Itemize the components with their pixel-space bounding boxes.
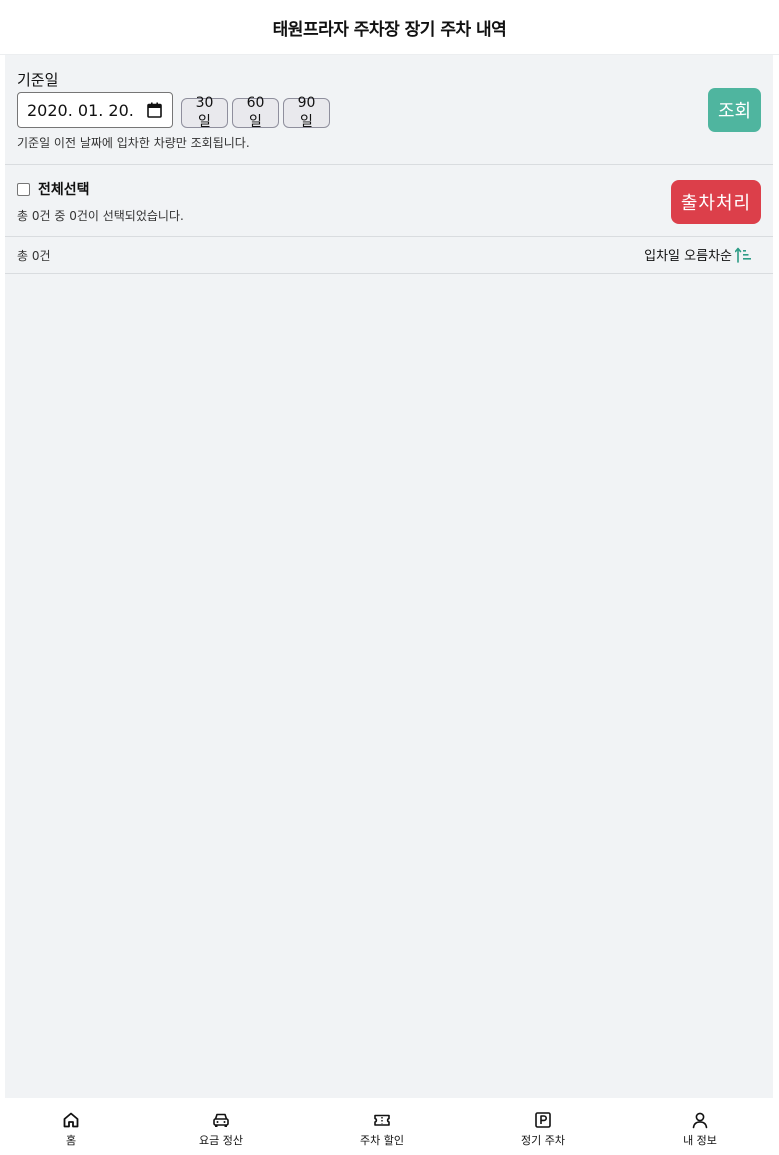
- date-hint: 기준일 이전 날짜에 입차한 차량만 조회됩니다.: [17, 136, 250, 150]
- date-filter-section: 기준일 2020. 01. 20. 30일 60일 90일 조회 기준일 이전 …: [5, 55, 773, 165]
- calendar-icon[interactable]: [147, 102, 162, 118]
- exit-process-button[interactable]: 출차처리: [671, 180, 761, 224]
- nav-label-parking-discount: 주차 할인: [360, 1134, 404, 1147]
- search-button[interactable]: 조회: [708, 88, 761, 132]
- date-input[interactable]: 2020. 01. 20.: [17, 92, 173, 128]
- selection-status: 총 0건 중 0건이 선택되었습니다.: [17, 209, 184, 223]
- nav-item-my-info[interactable]: 내 정보: [670, 1098, 730, 1155]
- nav-label-fee-payment: 요금 정산: [199, 1134, 243, 1147]
- nav-item-home[interactable]: 홈: [46, 1098, 96, 1155]
- date-value: 2020. 01. 20.: [27, 100, 134, 120]
- select-all-label[interactable]: 전체선택: [38, 179, 90, 199]
- nav-item-parking-discount[interactable]: 주차 할인: [347, 1098, 417, 1155]
- nav-label-home: 홈: [65, 1134, 77, 1147]
- selection-section: 전체선택 총 0건 중 0건이 선택되었습니다. 출차처리: [5, 165, 773, 237]
- list-header: 총 0건 입차일 오름차순: [5, 237, 773, 274]
- range-90-button[interactable]: 90일: [283, 95, 330, 130]
- sort-ascending-icon: [735, 247, 751, 263]
- car-icon: [213, 1113, 229, 1127]
- page-title: 태원프라자 주차장 장기 주차 내역: [272, 19, 507, 40]
- nav-label-my-info: 내 정보: [683, 1134, 717, 1147]
- home-icon: [63, 1112, 79, 1128]
- nav-item-fee-payment[interactable]: 요금 정산: [186, 1098, 256, 1155]
- ticket-icon: [374, 1114, 390, 1126]
- nav-item-regular-parking[interactable]: 정기 주차: [508, 1098, 578, 1155]
- range-60-button[interactable]: 60일: [232, 95, 279, 130]
- select-all-checkbox[interactable]: [17, 183, 30, 196]
- sort-control[interactable]: 입차일 오름차순: [644, 245, 753, 264]
- main-content: 기준일 2020. 01. 20. 30일 60일 90일 조회 기준일 이전 …: [5, 55, 773, 1098]
- total-count: 총 0건: [17, 249, 51, 263]
- parking-icon: [535, 1112, 551, 1128]
- bottom-nav: 홈 요금 정산 주차 할인 정기 주차 내 정보: [0, 1098, 779, 1155]
- range-30-button[interactable]: 30일: [181, 95, 228, 130]
- date-label: 기준일: [17, 71, 59, 89]
- nav-label-regular-parking: 정기 주차: [521, 1134, 565, 1147]
- page-header: 태원프라자 주차장 장기 주차 내역: [0, 0, 779, 55]
- sort-label: 입차일 오름차순: [644, 249, 732, 264]
- user-icon: [692, 1112, 708, 1129]
- app: 태원프라자 주차장 장기 주차 내역 기준일 2020. 01. 20. 30일…: [0, 0, 779, 1155]
